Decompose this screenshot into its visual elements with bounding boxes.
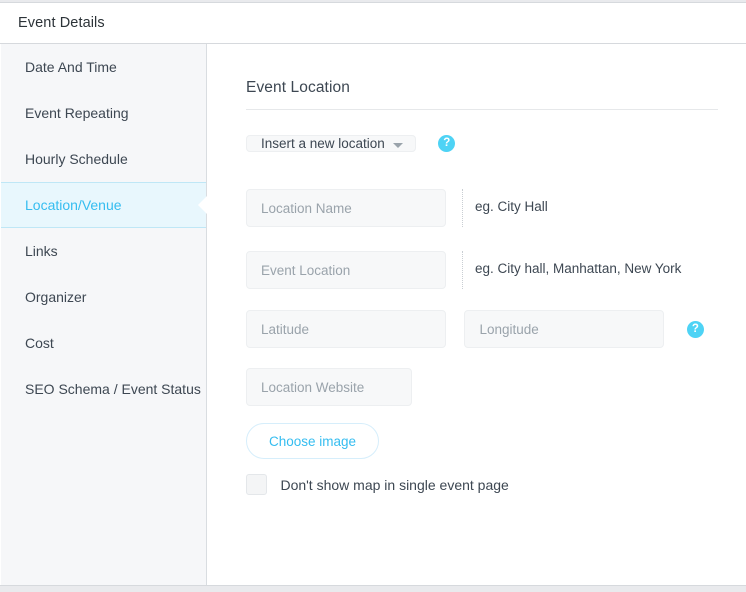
location-name-input[interactable] [246, 189, 446, 227]
panel-body: Date And Time Event Repeating Hourly Sch… [0, 44, 746, 586]
help-icon-location-select[interactable]: ? [438, 135, 455, 152]
chevron-down-icon[interactable] [393, 143, 403, 148]
sidebar-item-label: Hourly Schedule [25, 151, 128, 167]
choose-image-row: Choose image [246, 423, 379, 459]
sidebar-item-links[interactable]: Links [1, 228, 206, 274]
settings-sidebar: Date And Time Event Repeating Hourly Sch… [1, 44, 207, 585]
event-location-row [246, 251, 446, 289]
coordinates-row: ? [246, 310, 704, 348]
sidebar-item-date-and-time[interactable]: Date And Time [1, 44, 206, 90]
event-location-hint: eg. City hall, Manhattan, New York [475, 261, 681, 276]
location-select-row: Insert a new location ? [246, 126, 455, 162]
location-venue-content: Event Location Insert a new location ? e… [207, 44, 746, 585]
sidebar-item-label: Cost [25, 335, 54, 351]
section-divider [246, 109, 718, 110]
hide-map-label: Don't show map in single event page [280, 477, 508, 493]
sidebar-item-event-repeating[interactable]: Event Repeating [1, 90, 206, 136]
sidebar-item-hourly-schedule[interactable]: Hourly Schedule [1, 136, 206, 182]
sidebar-item-label: Date And Time [25, 59, 117, 75]
location-name-row [246, 189, 446, 227]
sidebar-item-label: Event Repeating [25, 105, 129, 121]
hide-map-row: Don't show map in single event page [246, 474, 509, 495]
sidebar-item-cost[interactable]: Cost [1, 320, 206, 366]
help-icon-coordinates[interactable]: ? [687, 321, 704, 338]
location-name-hint: eg. City Hall [475, 199, 548, 214]
longitude-input[interactable] [464, 310, 664, 348]
location-website-input[interactable] [246, 368, 412, 406]
location-name-hint-divider [462, 189, 463, 227]
sidebar-item-label: Links [25, 243, 58, 259]
sidebar-item-location-venue[interactable]: Location/Venue [1, 182, 206, 228]
event-location-input[interactable] [246, 251, 446, 289]
choose-image-button[interactable]: Choose image [246, 423, 379, 459]
latitude-input[interactable] [246, 310, 446, 348]
sidebar-item-organizer[interactable]: Organizer [1, 274, 206, 320]
sidebar-item-label: Organizer [25, 289, 86, 305]
sidebar-item-label: Location/Venue [25, 197, 122, 213]
tab-bar: Event Details [0, 2, 746, 44]
active-indicator-notch [198, 196, 207, 214]
location-select-wrapper: Insert a new location [246, 126, 416, 162]
event-details-panel: Event Details Date And Time Event Repeat… [0, 0, 746, 592]
location-select[interactable]: Insert a new location [246, 135, 416, 152]
tab-event-details[interactable]: Event Details [18, 3, 105, 44]
hide-map-checkbox[interactable] [246, 474, 267, 495]
sidebar-item-label: SEO Schema / Event Status [25, 381, 201, 397]
event-location-hint-divider [462, 251, 463, 289]
location-website-row [246, 368, 412, 406]
section-title-event-location: Event Location [246, 79, 350, 97]
sidebar-item-seo-schema-event-status[interactable]: SEO Schema / Event Status [1, 366, 206, 412]
